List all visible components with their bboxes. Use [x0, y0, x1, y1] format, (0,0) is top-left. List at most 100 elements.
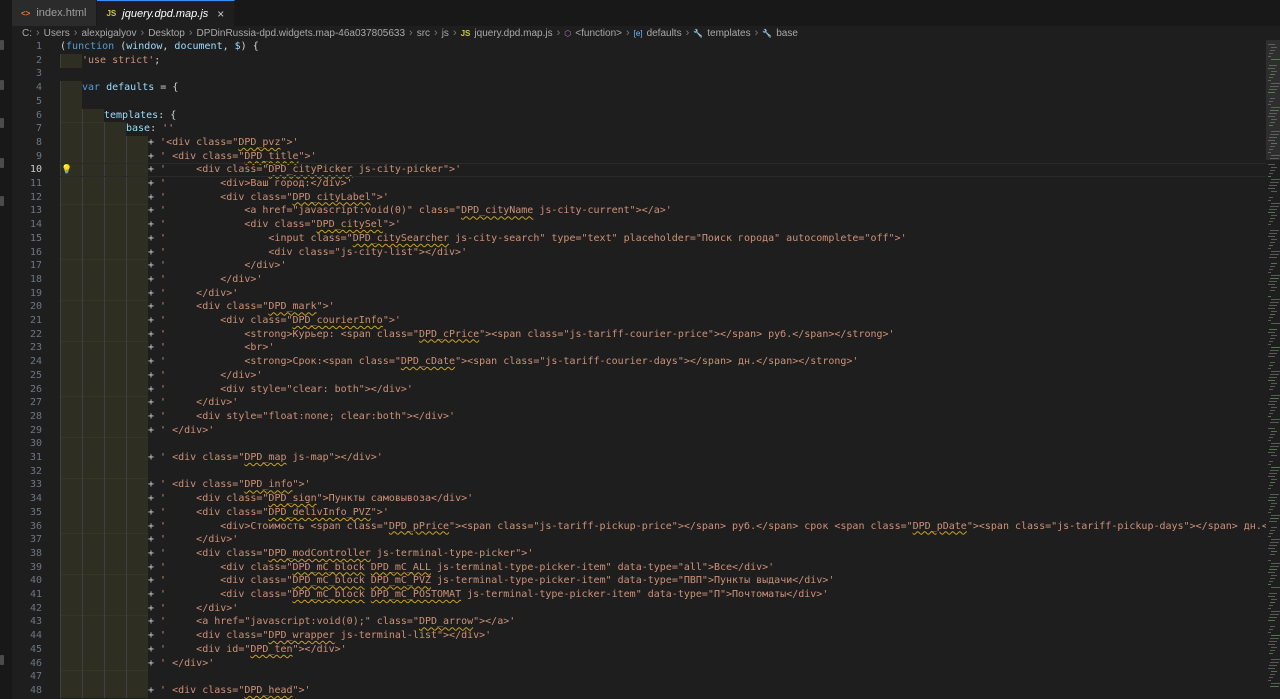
code-line[interactable]: 33 + ' <div class="DPD_info">'	[12, 478, 1266, 493]
breadcrumb-item[interactable]: 🔧 templates	[693, 28, 750, 39]
code-text: + ' </div>'	[148, 424, 214, 438]
code-token: ">'	[370, 191, 389, 203]
code-line[interactable]: 42 + ' </div>'	[12, 601, 1266, 616]
code-line[interactable]: 5	[12, 94, 1266, 109]
code-line[interactable]: 20 + ' <div class="DPD_mark">'	[12, 300, 1266, 315]
code-line[interactable]: 28 + ' <div style="float:none; clear:both…	[12, 409, 1266, 424]
code-line[interactable]: 41 + ' <div class="DPD_mC_block DPD_mC_PO…	[12, 588, 1266, 602]
code-line[interactable]: 31 + ' <div class="DPD_map js-map"></div>…	[12, 451, 1266, 465]
indent-guide	[60, 341, 61, 356]
breadcrumb-item[interactable]: [e] defaults	[634, 28, 682, 39]
minimap-line	[1268, 188, 1275, 189]
lightbulb-icon[interactable]: 💡	[61, 164, 72, 178]
code-line[interactable]: 7 base: ''	[12, 122, 1266, 137]
code-token: +	[148, 479, 161, 491]
code-line[interactable]: 14 + ' <div class="DPD_citySel">'	[12, 218, 1266, 233]
code-line[interactable]: 1 (function (window, document, $) {	[12, 40, 1266, 54]
code-line[interactable]: 4 var defaults = {	[12, 81, 1266, 96]
breadcrumb-label: defaults	[646, 27, 682, 39]
scrollbar-thumb[interactable]	[1266, 40, 1280, 160]
indent-guide	[126, 327, 127, 342]
code-line[interactable]: 17 + ' </div>'	[12, 259, 1266, 274]
code-token: DPD_cPrice	[418, 328, 480, 340]
code-token: ' <strong>Срок:<span class="	[160, 356, 401, 368]
breadcrumb-item[interactable]: 🔧 base	[762, 28, 798, 39]
minimap-line	[1270, 218, 1275, 219]
code-text: templates: {	[104, 109, 176, 123]
indent-guide	[126, 355, 127, 370]
code-line[interactable]: 19 + ' </div>'	[12, 286, 1266, 301]
code-editor[interactable]: 1 (function (window, document, $) {2 'use …	[12, 40, 1266, 699]
code-line[interactable]: 24 + ' <strong>Срок:<span class="DPD_cDat…	[12, 355, 1266, 370]
indent-guide	[60, 683, 61, 698]
code-line[interactable]: 21 + ' <div class="DPD_courierInfo">'	[12, 314, 1266, 328]
indent-highlight	[60, 81, 82, 96]
code-text: + ' <div class="DPD_cityPicker js-city-p…	[148, 163, 461, 177]
code-line[interactable]: 22 + ' <strong>Курьер: <span class="DPD_c…	[12, 327, 1266, 342]
tab-index-html[interactable]: <> index.html	[12, 0, 98, 26]
indent-guide	[104, 190, 105, 205]
breadcrumb-item[interactable]: Desktop	[148, 28, 185, 39]
breadcrumb-item[interactable]: C:	[22, 28, 32, 39]
breadcrumb-item[interactable]: JS jquery.dpd.map.js	[461, 28, 553, 39]
code-line[interactable]: 13 + ' <a href="javascript:void(0)" class…	[12, 204, 1266, 219]
indent-guide	[82, 546, 83, 561]
code-line[interactable]: 37 + ' </div>'	[12, 533, 1266, 548]
code-line[interactable]: 30	[12, 437, 1266, 452]
code-line[interactable]: 6 templates: {	[12, 108, 1266, 123]
breadcrumb-item[interactable]: DPDinRussia-dpd.widgets.map-46a037805633	[197, 28, 405, 39]
indent-guide	[82, 642, 83, 657]
code-line[interactable]: 23 + ' <br>'	[12, 341, 1266, 356]
code-line[interactable]: 10 💡 + ' <div class="DPD_cityPicker js-cit…	[12, 163, 1266, 178]
breadcrumb-item[interactable]: ⬡ <function>	[564, 28, 622, 39]
close-icon[interactable]: ×	[217, 7, 224, 21]
code-line[interactable]: 34 + ' <div class="DPD_sign">Пункты самов…	[12, 492, 1266, 507]
code-line[interactable]: 43 + ' <a href="javascript:void(0);" clas…	[12, 615, 1266, 630]
breadcrumb-item[interactable]: Users	[44, 28, 70, 39]
minimap-line	[1271, 287, 1277, 288]
code-line[interactable]: 2 'use strict';	[12, 53, 1266, 68]
code-line[interactable]: 26 + ' <div style="clear: both"></div>'	[12, 382, 1266, 397]
breadcrumb-item[interactable]: js	[442, 28, 449, 39]
code-line[interactable]: 46 + ' </div>'	[12, 656, 1266, 671]
code-line[interactable]: 27 + ' </div>'	[12, 396, 1266, 411]
code-line[interactable]: 47	[12, 670, 1266, 685]
code-line[interactable]: 8 + '<div class="DPD_pvz">'	[12, 135, 1266, 150]
code-line[interactable]: 36 + ' <div>Стоимость <span class="DPD_pP…	[12, 519, 1266, 534]
code-token: (	[114, 41, 127, 52]
code-line[interactable]: 11 + ' <div>Ваш город:</div>'	[12, 177, 1266, 191]
minimap-line	[1268, 368, 1271, 369]
code-line[interactable]: 9 + ' <div class="DPD_title">'	[12, 149, 1266, 164]
tab-jquery-dpd-map-js[interactable]: JS jquery.dpd.map.js ×	[97, 0, 236, 26]
code-line[interactable]: 35 + ' <div class="DPD_delivInfo_PVZ">'	[12, 505, 1266, 520]
code-token: defaults	[106, 82, 155, 94]
breadcrumb-item[interactable]: alexpigalyov	[81, 28, 136, 39]
code-line[interactable]: 16 + ' <div class="js-city-list"></div>'	[12, 245, 1266, 260]
code-line[interactable]: 48 + ' <div class="DPD_head">'	[12, 683, 1266, 698]
indent-guide	[82, 451, 83, 465]
breadcrumb-item[interactable]: src	[417, 28, 430, 39]
code-line[interactable]: 15 + ' <input class="DPD_citySearcher js-…	[12, 231, 1266, 246]
code-line[interactable]: 39 + ' <div class="DPD_mC_block DPD_mC_AL…	[12, 560, 1266, 575]
indent-guide	[60, 368, 61, 383]
code-line[interactable]: 38 + ' <div class="DPD_modController js-t…	[12, 546, 1266, 561]
indent-guide	[104, 615, 105, 630]
indent-guide	[82, 286, 83, 301]
code-token: ' <div class="	[160, 315, 293, 326]
code-line[interactable]: 32	[12, 464, 1266, 479]
code-line[interactable]: 29 + ' </div>'	[12, 423, 1266, 438]
code-line[interactable]: 12 + ' <div class="DPD_cityLabel">'	[12, 190, 1266, 205]
minimap-line	[1270, 602, 1275, 603]
code-line[interactable]: 25 + ' </div>'	[12, 368, 1266, 383]
code-token: DPD_courierInfo	[292, 315, 383, 326]
code-line[interactable]: 45 + ' <div id="DPD_ten"></div>'	[12, 642, 1266, 657]
minimap-line	[1270, 506, 1275, 507]
minimap-line	[1268, 176, 1271, 177]
indent-guide	[82, 314, 83, 328]
code-token: DPD_head	[244, 684, 293, 696]
code-line[interactable]: 3	[12, 67, 1266, 81]
minimap-line	[1268, 620, 1275, 621]
code-line[interactable]: 18 + ' </div>'	[12, 272, 1266, 287]
code-line[interactable]: 40 + ' <div class="DPD_mC_block DPD_mC_PV…	[12, 574, 1266, 589]
code-line[interactable]: 44 + ' <div class="DPD_wrapper js-termina…	[12, 629, 1266, 644]
